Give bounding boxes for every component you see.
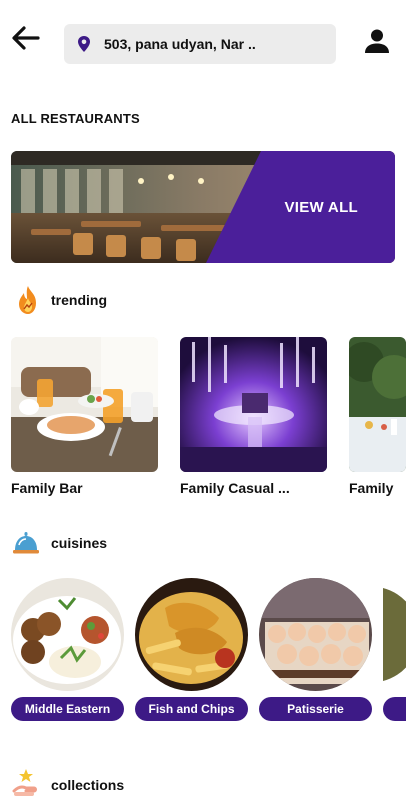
- all-restaurants-title: ALL RESTAURANTS: [11, 111, 140, 126]
- cuisine-patisserie-tile[interactable]: [259, 578, 372, 691]
- collections-title: collections: [51, 777, 125, 793]
- location-text: 503, pana udyan, Nar ..: [104, 36, 256, 52]
- trending-card-label: Family Bar: [11, 480, 83, 496]
- outdoor-buffet-image: [349, 337, 406, 472]
- cuisine-fish-and-chips-pill[interactable]: Fish and Chips: [135, 697, 248, 721]
- breakfast-table-image: [11, 337, 158, 472]
- cuisine-partial-image: [383, 578, 406, 691]
- location-pin-icon: [78, 36, 90, 52]
- trending-title: trending: [51, 292, 107, 308]
- cuisines-title: cuisines: [51, 535, 108, 551]
- cuisine-patisserie-pill[interactable]: Patisserie: [259, 697, 372, 721]
- trending-card[interactable]: [180, 337, 327, 472]
- cuisine-tile-partial[interactable]: [383, 578, 406, 691]
- purple-bar-image: [180, 337, 327, 472]
- trending-icon-wrap: [14, 284, 42, 321]
- location-search-bar[interactable]: 503, pana udyan, Nar ..: [64, 24, 336, 64]
- profile-button[interactable]: [362, 26, 392, 56]
- back-button[interactable]: [8, 22, 44, 54]
- cuisine-middle-eastern-pill[interactable]: Middle Eastern: [11, 697, 124, 721]
- all-restaurants-banner[interactable]: VIEW ALL: [11, 151, 395, 263]
- trending-card[interactable]: [349, 337, 406, 472]
- collection-hand-icon: [12, 769, 37, 796]
- cuisine-fish-and-chips-tile[interactable]: [135, 578, 248, 691]
- trending-card[interactable]: [11, 337, 158, 472]
- view-all-button[interactable]: VIEW ALL: [284, 199, 358, 216]
- cuisine-middle-eastern-tile[interactable]: [11, 578, 124, 691]
- chef-cloche-icon: [13, 532, 39, 554]
- arrow-left-icon: [12, 26, 40, 50]
- fish-and-chips-image: [135, 578, 248, 691]
- trending-card-label: Family: [349, 480, 394, 496]
- falafel-plate-image: [11, 578, 124, 691]
- flame-icon: [19, 286, 36, 314]
- patisserie-image: [259, 578, 372, 691]
- cuisines-icon-wrap: [11, 528, 41, 563]
- trending-card-label: Family Casual ...: [180, 480, 290, 496]
- person-icon: [365, 29, 389, 53]
- cuisine-partial-pill[interactable]: [383, 697, 406, 721]
- collections-icon-wrap: [12, 767, 40, 802]
